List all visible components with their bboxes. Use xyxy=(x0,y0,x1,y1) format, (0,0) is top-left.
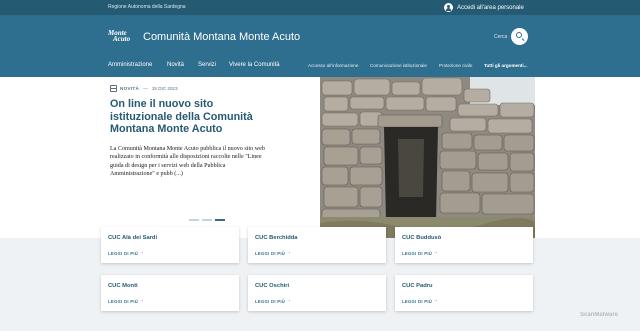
card-title[interactable]: CUC Alà dei Sardi xyxy=(108,235,157,241)
news-image[interactable] xyxy=(320,77,535,238)
arrow-right-icon: → xyxy=(139,297,144,303)
card-cuc-monti[interactable]: CUC Monti LEGGI DI PIÙ → xyxy=(101,275,239,311)
arrow-right-icon: → xyxy=(433,297,438,303)
read-more-link[interactable]: LEGGI DI PIÙ xyxy=(402,299,432,304)
meta-separator: — xyxy=(143,86,148,91)
news-excerpt: La Comunità Montana Monte Acuto pubblica… xyxy=(110,146,265,177)
user-icon xyxy=(444,3,453,12)
nav-item-accesso-informazione[interactable]: Accesso all'informazione xyxy=(308,63,358,68)
card-title[interactable]: CUC Berchidda xyxy=(255,235,298,241)
nav-item-all-topics[interactable]: Tutti gli argomenti... xyxy=(484,63,528,68)
site-header: Monte Acuto Comunità Montana Monte Acuto… xyxy=(0,15,640,77)
news-category[interactable]: NOVITÀ xyxy=(120,86,139,91)
nav-item-servizi[interactable]: Servizi xyxy=(198,62,216,68)
card-cuc-berchidda[interactable]: CUC Berchidda LEGGI DI PIÙ → xyxy=(248,227,386,263)
nav-item-amministrazione[interactable]: Amministrazione xyxy=(108,62,152,68)
card-cuc-ala-dei-sardi[interactable]: CUC Alà dei Sardi LEGGI DI PIÙ → xyxy=(101,227,239,263)
news-date: 15 DIC 2023 xyxy=(151,86,178,91)
news-headline[interactable]: On line il nuovo sito istituzionale dell… xyxy=(110,98,270,136)
carousel-indicators xyxy=(189,219,225,221)
arrow-right-icon: → xyxy=(433,249,438,255)
card-title[interactable]: CUC Monti xyxy=(108,283,138,289)
read-more-link[interactable]: LEGGI DI PIÙ xyxy=(108,251,138,256)
nav-item-novita[interactable]: Novità xyxy=(167,62,184,68)
carousel-dot-active[interactable] xyxy=(215,219,225,221)
logo-text-line2: Acuto xyxy=(113,35,131,43)
region-link[interactable]: Regione Autonoma della Sardegna xyxy=(108,4,186,10)
main-navigation: Amministrazione Novità Servizi Vivere la… xyxy=(0,62,640,74)
hero-section: NOVITÀ — 15 DIC 2023 On line il nuovo si… xyxy=(0,77,640,238)
card-cuc-oschiri[interactable]: CUC Oschiri LEGGI DI PIÙ → xyxy=(248,275,386,311)
nav-item-comunicazione-istituzionale[interactable]: Comunicazione istituzionale xyxy=(370,63,427,68)
login-button[interactable]: Accedi all'area personale xyxy=(444,2,524,13)
read-more-link[interactable]: LEGGI DI PIÙ xyxy=(255,251,285,256)
read-more-link[interactable]: LEGGI DI PIÙ xyxy=(255,299,285,304)
calendar-icon xyxy=(110,85,117,92)
read-more-link[interactable]: LEGGI DI PIÙ xyxy=(402,251,432,256)
card-title[interactable]: CUC Buddusò xyxy=(402,235,441,241)
card-title[interactable]: CUC Oschiri xyxy=(255,283,289,289)
arrow-right-icon: → xyxy=(286,249,291,255)
news-meta: NOVITÀ — 15 DIC 2023 xyxy=(110,85,178,92)
card-title[interactable]: CUC Padru xyxy=(402,283,433,289)
read-more-link[interactable]: LEGGI DI PIÙ xyxy=(108,299,138,304)
nuraghe-photo xyxy=(320,77,535,238)
nav-item-vivere-la-comunita[interactable]: Vivere la Comunità xyxy=(229,62,280,68)
search-button[interactable] xyxy=(511,28,528,45)
site-title[interactable]: Comunità Montana Monte Acuto xyxy=(143,31,300,43)
card-cuc-padru[interactable]: CUC Padru LEGGI DI PIÙ → xyxy=(395,275,533,311)
top-bar: Regione Autonoma della Sardegna Accedi a… xyxy=(0,0,640,15)
search-label: Cerca xyxy=(494,34,508,40)
site-logo[interactable]: Monte Acuto xyxy=(108,30,136,44)
watermark: ScanMalware xyxy=(580,312,619,318)
arrow-right-icon: → xyxy=(139,249,144,255)
carousel-dot[interactable] xyxy=(189,219,199,221)
nav-item-protezione-civile[interactable]: Protezione civile xyxy=(439,63,472,68)
arrow-right-icon: → xyxy=(286,297,291,303)
login-label: Accedi all'area personale xyxy=(457,4,524,11)
card-cuc-budduso[interactable]: CUC Buddusò LEGGI DI PIÙ → xyxy=(395,227,533,263)
carousel-dot[interactable] xyxy=(202,219,212,221)
search-icon xyxy=(516,32,522,38)
